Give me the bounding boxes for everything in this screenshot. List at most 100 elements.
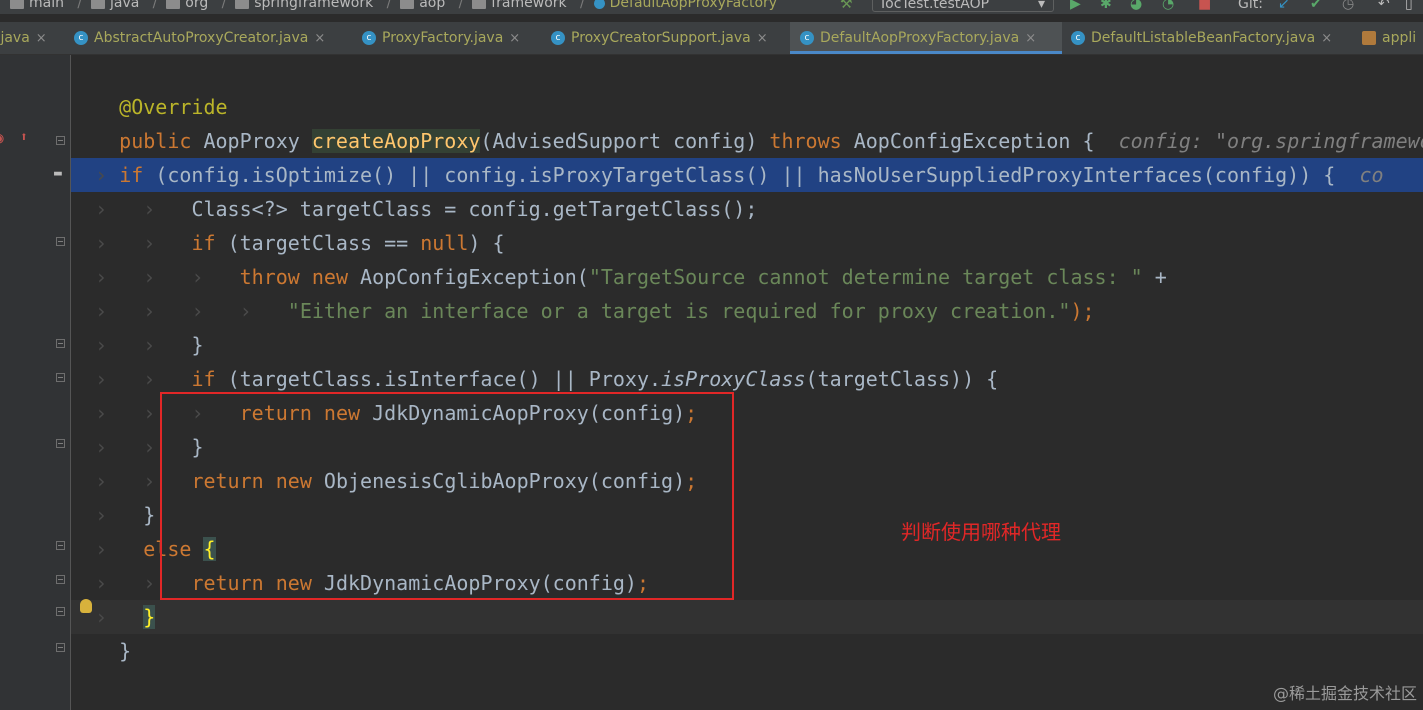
constructor-token: JdkDynamicAopProxy(config) (372, 401, 686, 425)
git-update-icon[interactable]: ↙ (1278, 0, 1290, 11)
code-line-cursor[interactable]: › } (71, 600, 1423, 634)
navigation-toolbar: main / java / org / springframework / ao… (0, 0, 1423, 14)
class-icon: c (551, 31, 565, 45)
close-icon[interactable]: × (1321, 31, 1332, 46)
code-line[interactable]: › › › return new JdkDynamicAopProxy(conf… (71, 396, 1423, 430)
profile-icon[interactable]: ◔ (1162, 0, 1174, 11)
close-icon[interactable]: × (1025, 31, 1036, 46)
code-line[interactable]: › › › throw new AopConfigException("Targ… (71, 260, 1423, 294)
code-line[interactable]: } (71, 634, 1423, 668)
code-line-current-execution[interactable]: › if (config.isOptimize() || config.isPr… (71, 158, 1423, 192)
tab-proxy-creator-support[interactable]: c ProxyCreatorSupport.java × (551, 22, 791, 54)
fold-toggle[interactable] (56, 607, 65, 616)
breadcrumb-item-aop[interactable]: aop (419, 0, 445, 11)
keyword-token: new (311, 265, 361, 289)
code-line[interactable]: › › } (71, 328, 1423, 362)
debug-icon[interactable]: ✱ (1100, 0, 1112, 11)
execution-point-icon: ▬ (54, 166, 62, 181)
punct-token: ); (1070, 299, 1095, 323)
breadcrumb-item-framework[interactable]: framework (491, 0, 566, 11)
tab-abstract-auto-proxy-creator[interactable]: c AbstractAutoProxyCreator.java × (74, 22, 354, 54)
condition-token: (config.isOptimize() || config.isProxyTa… (155, 163, 1336, 187)
code-line[interactable]: @Override (71, 90, 1423, 124)
string-token: "Either an interface or a target is requ… (287, 299, 1071, 323)
fold-toggle[interactable] (56, 575, 65, 584)
code-line[interactable]: › › return new ObjenesisCglibAopProxy(co… (71, 464, 1423, 498)
tab-partial-appli[interactable]: appli (1362, 22, 1423, 54)
annotation-note: 判断使用哪种代理 (901, 520, 1061, 544)
tab-partial-java[interactable]: .java × (0, 22, 60, 54)
fold-toggle[interactable] (56, 237, 65, 246)
fold-toggle[interactable] (56, 643, 65, 652)
constructor-token: JdkDynamicAopProxy(config) (323, 571, 637, 595)
tab-default-listable-bean-factory[interactable]: c DefaultListableBeanFactory.java × (1071, 22, 1353, 54)
close-icon[interactable]: × (36, 31, 47, 46)
git-history-icon[interactable]: ◷ (1342, 0, 1354, 11)
exception-token: AopConfigException { (853, 129, 1095, 153)
static-method-token: isProxyClass (661, 367, 806, 391)
matched-brace-token: { (203, 537, 216, 561)
fold-toggle[interactable] (56, 373, 65, 382)
build-hammer-icon[interactable]: ⚒ (840, 0, 853, 11)
git-commit-icon[interactable]: ✔ (1310, 0, 1322, 11)
condition-token: (targetClass == (227, 231, 421, 255)
stop-icon[interactable]: ■ (1198, 0, 1211, 11)
code-line[interactable]: › › if (targetClass.isInterface() || Pro… (71, 362, 1423, 396)
params-token: (AdvisedSupport config) (480, 129, 770, 153)
code-line[interactable]: › › } (71, 430, 1423, 464)
code-line[interactable]: › else { (71, 532, 1423, 566)
brace-token: } (191, 435, 204, 459)
method-name-token: createAopProxy (311, 129, 481, 153)
code-line[interactable]: › › Class<?> targetClass = config.getTar… (71, 192, 1423, 226)
fold-toggle[interactable] (56, 339, 65, 348)
punct-token: ; (685, 469, 698, 493)
run-icon[interactable]: ▶ (1070, 0, 1081, 11)
close-icon[interactable]: × (757, 31, 768, 46)
code-line[interactable]: › › if (targetClass == null) { (71, 226, 1423, 260)
close-icon[interactable]: × (509, 31, 520, 46)
folder-icon (400, 0, 415, 9)
constructor-token: ObjenesisCglibAopProxy(config) (323, 469, 686, 493)
breadcrumb-separator: / (212, 0, 231, 11)
debug-inline-value: co (1359, 163, 1384, 187)
breakpoint-icon[interactable]: ◉ (0, 130, 4, 146)
breadcrumb-separator: / (377, 0, 396, 11)
tab-label: ProxyFactory.java (382, 30, 504, 46)
type-token: AopProxy (203, 129, 312, 153)
fold-toggle[interactable] (56, 136, 65, 145)
git-rollback-icon[interactable]: ↶ (1378, 0, 1390, 11)
run-configuration-label: IocTest.testAOP (881, 0, 990, 12)
breadcrumb-item-class[interactable]: DefaultAopProxyFactory (610, 0, 777, 11)
close-icon[interactable]: × (314, 31, 325, 46)
tab-label: ProxyCreatorSupport.java (571, 30, 751, 46)
fold-toggle[interactable] (56, 541, 65, 550)
breadcrumb-item-main[interactable]: main (29, 0, 64, 11)
code-editor[interactable]: @Override public AopProxy createAopProxy… (71, 55, 1423, 710)
code-line[interactable]: › } (71, 498, 1423, 532)
code-line[interactable]: public AopProxy createAopProxy(AdvisedSu… (71, 124, 1423, 158)
code-line[interactable]: › › › › "Either an interface or a target… (71, 294, 1423, 328)
fold-toggle[interactable] (56, 439, 65, 448)
punct-token: ; (636, 571, 650, 595)
folder-icon (472, 0, 487, 9)
breadcrumb: main / java / org / springframework / ao… (10, 0, 777, 11)
breadcrumb-item-org[interactable]: org (185, 0, 208, 11)
override-icon[interactable]: ⬆ (20, 131, 28, 144)
breadcrumb-separator: / (143, 0, 162, 11)
breadcrumb-item-springframework[interactable]: springframework (254, 0, 373, 11)
tab-proxy-factory[interactable]: c ProxyFactory.java × (362, 22, 542, 54)
brace-token: } (191, 333, 204, 357)
run-configuration-select[interactable]: IocTest.testAOP ▾ (872, 0, 1054, 12)
more-icon[interactable]: ▯ (1405, 0, 1413, 11)
code-line[interactable]: › › return new JdkDynamicAopProxy(config… (71, 566, 1423, 600)
breadcrumb-item-java[interactable]: java (110, 0, 139, 11)
git-label: Git: (1238, 0, 1263, 12)
brace-token: } (119, 639, 132, 663)
keyword-token: new (275, 469, 324, 493)
editor-gutter[interactable]: ◉ ⬆ ▬ (0, 55, 71, 710)
tab-default-aop-proxy-factory[interactable]: c DefaultAopProxyFactory.java × (790, 22, 1062, 54)
keyword-token: if (191, 231, 228, 255)
keyword-token: new (323, 401, 373, 425)
lightbulb-icon[interactable] (80, 599, 92, 613)
coverage-icon[interactable]: ◕ (1130, 0, 1142, 11)
